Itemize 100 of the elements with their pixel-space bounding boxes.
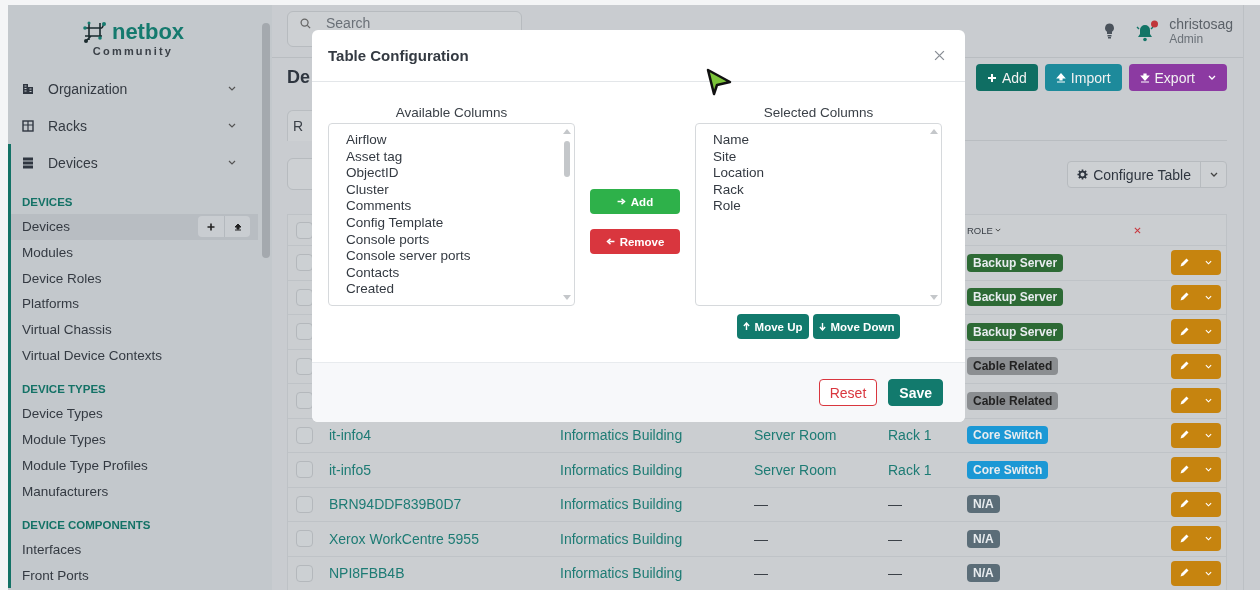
pencil-icon: [1178, 430, 1189, 441]
checkbox[interactable]: [296, 564, 313, 582]
sidebar-item[interactable]: Device Roles: [22, 270, 250, 286]
available-columns-list[interactable]: Airflow Asset tag ObjectID Cluster Comments Config Template Console ports Console server ports Contacts Created: [328, 123, 575, 306]
role-badge: Core Switch: [967, 426, 1049, 445]
sidebar-item[interactable]: Platforms: [22, 296, 250, 312]
list-option[interactable]: Asset tag: [346, 148, 574, 166]
role-badge: Cable Related: [967, 357, 1059, 376]
location-cell: Server Room: [754, 461, 837, 478]
download-icon: [1139, 72, 1150, 83]
plus-icon: [986, 72, 997, 83]
role-badge: N/A: [967, 529, 1000, 548]
caret-icon: [1205, 536, 1212, 542]
user-role: Admin: [1169, 32, 1205, 46]
move-down-button[interactable]: Move Down: [812, 314, 901, 339]
lightbulb-icon[interactable]: [1104, 23, 1116, 39]
list-option[interactable]: Name: [713, 132, 941, 149]
sidebar-item[interactable]: Device Types: [22, 406, 250, 422]
list-label: Selected Columns: [763, 105, 874, 121]
upload-icon: [1055, 72, 1066, 83]
plus-icon: [207, 222, 215, 231]
list-option[interactable]: ObjectID: [346, 165, 574, 182]
sidebar-item[interactable]: Modules: [22, 245, 250, 261]
server-icon: [22, 156, 34, 169]
notification-bell-icon[interactable]: [1135, 20, 1160, 42]
caret-icon: [1205, 329, 1212, 335]
close-icon[interactable]: [934, 50, 945, 61]
list-option[interactable]: Site: [713, 148, 941, 166]
checkbox[interactable]: [296, 530, 313, 548]
pencil-icon: [1178, 499, 1189, 510]
pencil-icon: [1178, 568, 1189, 579]
list-label: Available Columns: [395, 105, 508, 121]
pencil-icon: [1178, 326, 1189, 337]
location-cell: —: [754, 496, 768, 513]
checkbox[interactable]: [296, 495, 313, 513]
rack-cell: Rack 1: [888, 461, 932, 478]
role-badge: Backup Server: [967, 253, 1064, 272]
close-icon[interactable]: [1133, 226, 1141, 234]
list-option[interactable]: Role: [713, 198, 941, 215]
gear-icon: [1077, 169, 1089, 180]
menu-item[interactable]: Devices: [11, 144, 258, 181]
pencil-icon: [1178, 395, 1189, 406]
list-option[interactable]: Airflow: [346, 132, 574, 149]
reset-button[interactable]: Reset: [818, 379, 878, 406]
move-up-button[interactable]: Move Up: [736, 314, 809, 339]
arrow-down-icon: [818, 322, 826, 331]
pencil-icon: [1178, 292, 1189, 303]
role-badge: Core Switch: [967, 460, 1049, 479]
logo-name: netbox: [111, 18, 185, 45]
sidebar-item[interactable]: Interfaces: [22, 542, 250, 558]
checkbox[interactable]: [296, 461, 313, 479]
sort-icon: [994, 228, 1001, 232]
list-option[interactable]: Cluster: [346, 181, 574, 199]
location-cell: Server Room: [754, 427, 837, 444]
page-heading: De: [287, 67, 310, 88]
export-button[interactable]: Export: [1128, 64, 1227, 91]
add-button[interactable]: [198, 216, 224, 238]
sidebar-item[interactable]: Module Type Profiles: [22, 457, 250, 473]
caret-icon: [1205, 570, 1212, 576]
menu-item[interactable]: Organization: [11, 70, 258, 107]
sidebar-item[interactable]: Module Types: [22, 432, 250, 448]
dialog-title: Table Configuration: [328, 47, 469, 64]
role-badge: N/A: [967, 495, 1000, 514]
role-badge: Backup Server: [967, 322, 1064, 341]
list-option[interactable]: Rack: [713, 181, 941, 199]
sidebar-item[interactable]: Virtual Device Contexts: [22, 347, 250, 363]
list-option[interactable]: Console server ports: [346, 248, 574, 265]
list-option[interactable]: Config Template: [346, 214, 574, 232]
list-option[interactable]: Console ports: [346, 231, 574, 249]
caret-icon: [1205, 398, 1212, 404]
sidebar-item[interactable]: Virtual Chassis: [22, 322, 250, 338]
save-button[interactable]: Save: [888, 379, 943, 406]
chevron-down-icon: [228, 123, 236, 128]
list-option[interactable]: Created: [346, 281, 574, 298]
caret-icon: [1205, 432, 1212, 438]
user-name[interactable]: christosag: [1169, 16, 1233, 32]
list-option[interactable]: Contacts: [346, 264, 574, 282]
sidebar-item[interactable]: Front Ports: [22, 567, 250, 583]
checkbox[interactable]: [296, 426, 313, 444]
caret-icon: [1205, 294, 1212, 300]
sidebar-item[interactable]: Manufacturers: [22, 483, 250, 499]
arrow-right-icon: [616, 198, 626, 205]
rack-icon: [22, 119, 34, 132]
import-button[interactable]: [224, 216, 250, 238]
upload-icon: [233, 222, 242, 231]
rack-cell: —: [888, 496, 902, 513]
caret-icon: [1205, 467, 1212, 473]
remove-button[interactable]: Remove: [590, 229, 680, 254]
add-button[interactable]: Add: [975, 64, 1038, 91]
chevron-down-icon: [228, 160, 236, 165]
role-badge: Backup Server: [967, 288, 1064, 307]
list-option[interactable]: Location: [713, 165, 941, 182]
menu-item[interactable]: Racks: [11, 107, 258, 144]
list-option[interactable]: Comments: [346, 198, 574, 215]
column-header[interactable]: ROLE: [967, 224, 993, 236]
scrollbar[interactable]: [1243, 5, 1260, 590]
pencil-icon: [1178, 533, 1189, 544]
cursor-icon: [705, 67, 733, 97]
selected-columns-list[interactable]: Name Site Location Rack Role: [695, 123, 942, 306]
import-button[interactable]: Import: [1044, 64, 1122, 91]
